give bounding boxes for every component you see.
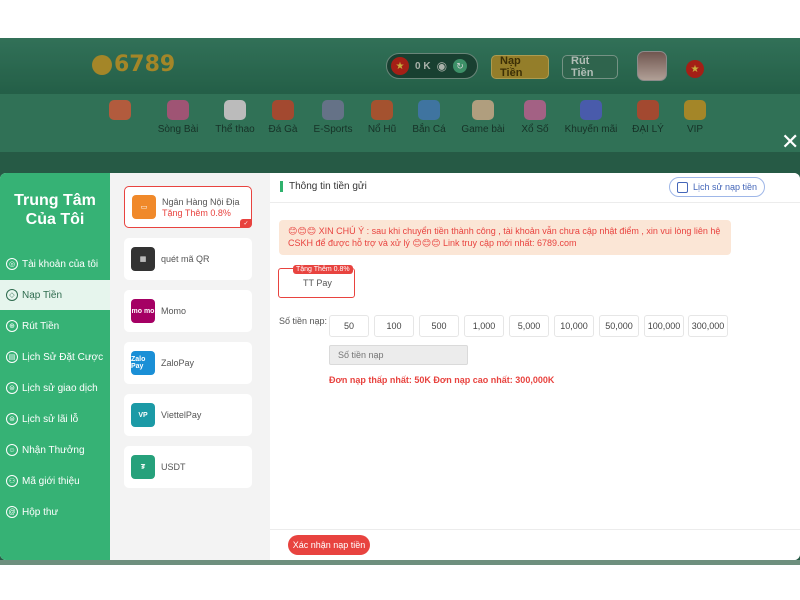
sidebar-item-label: Tài khoản của tôi bbox=[22, 258, 99, 270]
amount-preset-button[interactable]: 300,000 bbox=[688, 315, 728, 337]
section-title-text: Thông tin tiền gửi bbox=[289, 181, 367, 192]
referral-code-icon: ⚇ bbox=[6, 475, 18, 487]
sidebar-item-transaction-history[interactable]: ⊜ Lịch sử giao dịch bbox=[0, 373, 110, 403]
bonus-tag: Tặng Thêm 0.8% bbox=[293, 265, 353, 274]
title-accent-bar bbox=[280, 181, 283, 192]
payment-method-label: ViettelPay bbox=[161, 410, 202, 420]
amount-preset-button[interactable]: 500 bbox=[419, 315, 459, 337]
payment-method[interactable]: ▦ quét mã QR bbox=[124, 238, 252, 280]
sidebar-item-label: Nhận Thưởng bbox=[22, 444, 85, 456]
payment-method-text: ViettelPay bbox=[161, 410, 201, 420]
payment-method-text: Momo bbox=[161, 306, 186, 316]
sidebar-item-my-account[interactable]: ◎ Tài khoản của tôi bbox=[0, 249, 110, 279]
sidebar-item-label: Lịch Sử Đặt Cược bbox=[22, 351, 104, 363]
site-footer-strip bbox=[0, 560, 800, 565]
usdt-icon: ₮ bbox=[131, 455, 155, 479]
amount-preset-button[interactable]: 100,000 bbox=[644, 315, 684, 337]
payment-method[interactable]: Zalo Pay ZaloPay bbox=[124, 342, 252, 384]
payment-method-label: Ngân Hàng Nội Địa bbox=[162, 196, 240, 207]
my-account-icon: ◎ bbox=[6, 258, 18, 270]
payment-method-text: ZaloPay bbox=[161, 358, 194, 368]
sidebar-title-line1: Trung Tâm bbox=[14, 192, 96, 209]
deposit-history-label: Lịch sử nạp tiền bbox=[693, 182, 758, 192]
payment-method-label: USDT bbox=[161, 462, 186, 472]
sidebar-item-referral-code[interactable]: ⚇ Mã giới thiệu bbox=[0, 466, 110, 496]
channel-label: TT Pay bbox=[303, 278, 332, 288]
sidebar-item-deposit[interactable]: ◇ Nạp Tiền bbox=[0, 280, 110, 310]
payment-method[interactable]: ₮ USDT bbox=[124, 446, 252, 488]
amount-preset-button[interactable]: 10,000 bbox=[554, 315, 594, 337]
withdraw-icon: ⊕ bbox=[6, 320, 18, 332]
sidebar-title-line2: Của Tôi bbox=[25, 211, 85, 228]
amount-label: Số tiền nạp: bbox=[279, 316, 328, 326]
payment-method-text: Ngân Hàng Nội Địa Tặng Thêm 0.8% bbox=[162, 197, 240, 218]
qr-phone-icon: ▦ bbox=[131, 247, 155, 271]
momo-icon: mo mo bbox=[131, 299, 155, 323]
amount-preset-button[interactable]: 50 bbox=[329, 315, 369, 337]
bank-card-icon: ▭ bbox=[132, 195, 156, 219]
deposit-panel: Thông tin tiền gửi Lịch sử nạp tiền 😊😊😊 … bbox=[270, 173, 800, 560]
payment-method-label: Momo bbox=[161, 306, 187, 316]
payment-method-bonus: Tặng Thêm 0.8% bbox=[162, 207, 231, 218]
selected-check-icon: ✓ bbox=[240, 219, 252, 228]
viettelpay-icon: VP bbox=[131, 403, 155, 427]
close-icon[interactable]: ✕ bbox=[781, 131, 799, 153]
payment-method-text: USDT bbox=[161, 462, 186, 472]
deposit-icon: ◇ bbox=[6, 289, 18, 301]
sidebar-item-label: Hộp thư bbox=[22, 506, 59, 518]
deposit-limits: Đơn nạp thấp nhất: 50K Đơn nạp cao nhất:… bbox=[329, 375, 555, 385]
inbox-icon: @ bbox=[6, 506, 18, 518]
bet-history-icon: ▤ bbox=[6, 351, 18, 363]
sidebar-item-inbox[interactable]: @ Hộp thư bbox=[0, 497, 110, 527]
deposit-history-button[interactable]: Lịch sử nạp tiền bbox=[669, 177, 765, 197]
payment-method-label: ZaloPay bbox=[161, 358, 195, 368]
divider bbox=[270, 202, 800, 203]
section-title: Thông tin tiền gửi bbox=[280, 181, 367, 192]
confirm-deposit-button[interactable]: Xác nhận nạp tiền bbox=[288, 535, 370, 555]
payment-methods: ▭ Ngân Hàng Nội Địa Tặng Thêm 0.8% ✓ ▦ quét m… bbox=[110, 173, 270, 560]
notice-banner: 😊😊😊 XIN CHÚ Ý : sau khi chuyển tiền thàn… bbox=[279, 220, 731, 255]
payment-method[interactable]: mo mo Momo bbox=[124, 290, 252, 332]
amount-preset-button[interactable]: 5,000 bbox=[509, 315, 549, 337]
history-icon bbox=[677, 181, 688, 193]
sidebar-item-rewards[interactable]: ☺ Nhận Thưởng bbox=[0, 435, 110, 465]
sidebar-title: Trung Tâm Của Tôi bbox=[0, 191, 110, 229]
sidebar-item-label: Lịch sử giao dịch bbox=[22, 382, 98, 394]
divider bbox=[270, 529, 800, 530]
sidebar-item-label: Nạp Tiền bbox=[22, 289, 63, 301]
sidebar-item-label: Rút Tiền bbox=[22, 320, 60, 332]
zalopay-icon: Zalo Pay bbox=[131, 351, 155, 375]
amount-preset-button[interactable]: 1,000 bbox=[464, 315, 504, 337]
profit-loss-history-icon: ⊜ bbox=[6, 413, 18, 425]
amount-input[interactable] bbox=[329, 345, 468, 365]
rewards-icon: ☺ bbox=[6, 444, 18, 456]
channel-ttpay[interactable]: Tặng Thêm 0.8% TT Pay bbox=[278, 265, 355, 298]
sidebar-item-label: Lịch sử lãi lỗ bbox=[22, 413, 79, 425]
amount-preset-button[interactable]: 100 bbox=[374, 315, 414, 337]
payment-method[interactable]: ▭ Ngân Hàng Nội Địa Tặng Thêm 0.8% ✓ bbox=[124, 186, 252, 228]
sidebar-item-profit-loss-history[interactable]: ⊜ Lịch sử lãi lỗ bbox=[0, 404, 110, 434]
account-sidebar: Trung Tâm Của Tôi ◎ Tài khoản của tôi ◇ Nạp… bbox=[0, 173, 110, 560]
sidebar-item-bet-history[interactable]: ▤ Lịch Sử Đặt Cược bbox=[0, 342, 110, 372]
sidebar-item-withdraw[interactable]: ⊕ Rút Tiền bbox=[0, 311, 110, 341]
sidebar-item-label: Mã giới thiệu bbox=[22, 475, 80, 487]
payment-method[interactable]: VP ViettelPay bbox=[124, 394, 252, 436]
payment-method-label: quét mã QR bbox=[161, 254, 210, 264]
account-center-modal: Trung Tâm Của Tôi ◎ Tài khoản của tôi ◇ Nạp… bbox=[0, 173, 800, 560]
payment-method-text: quét mã QR bbox=[161, 254, 210, 264]
amount-preset-button[interactable]: 50,000 bbox=[599, 315, 639, 337]
transaction-history-icon: ⊜ bbox=[6, 382, 18, 394]
